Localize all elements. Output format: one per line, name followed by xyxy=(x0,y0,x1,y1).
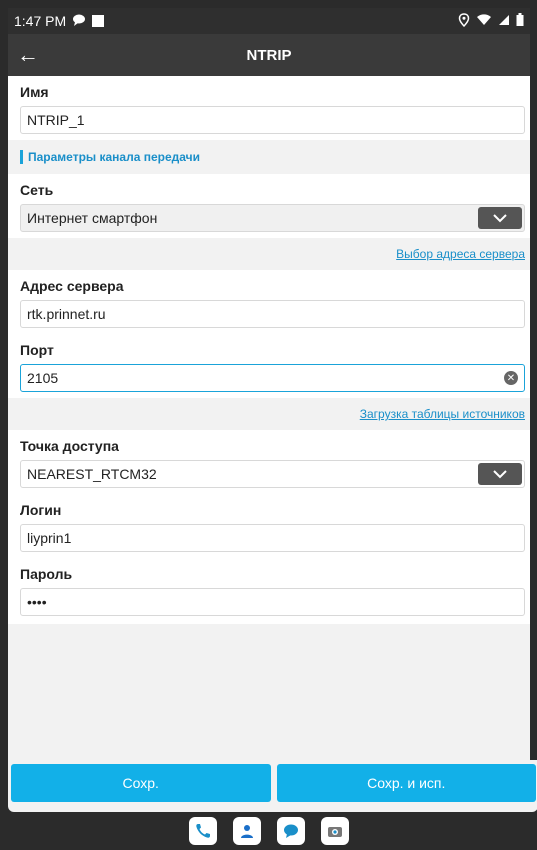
back-arrow-icon[interactable]: ← xyxy=(8,42,48,68)
network-dropdown-button[interactable] xyxy=(478,207,522,229)
taskbar xyxy=(0,812,537,850)
port-value: 2105 xyxy=(27,370,59,386)
chevron-down-icon xyxy=(493,213,507,222)
login-field[interactable]: liyprin1 xyxy=(20,524,525,552)
action-buttons: Сохр. Сохр. и исп. xyxy=(8,760,537,806)
chevron-down-icon xyxy=(493,469,507,478)
page-title: NTRIP xyxy=(246,46,292,64)
wifi-icon xyxy=(476,13,492,29)
channel-section-title: Параметры канала передачи xyxy=(28,150,200,164)
section-accent-bar xyxy=(20,150,23,164)
server-section: Адрес сервера rtk.prinnet.ru xyxy=(8,270,530,334)
status-bar: 1:47 PM xyxy=(8,8,530,34)
server-value: rtk.prinnet.ru xyxy=(27,306,106,322)
login-section: Логин liyprin1 xyxy=(8,494,530,558)
source-table-link[interactable]: Загрузка таблицы источников xyxy=(360,407,525,421)
source-table-row: Загрузка таблицы источников xyxy=(8,398,530,430)
save-and-use-button[interactable]: Сохр. и исп. xyxy=(276,764,536,802)
login-value: liyprin1 xyxy=(27,530,72,546)
port-field[interactable]: 2105 ✕ xyxy=(20,364,525,392)
mountpoint-value: NEAREST_RTCM32 xyxy=(27,466,157,482)
messages-icon[interactable] xyxy=(276,817,305,845)
server-select-row: Выбор адреса сервера xyxy=(8,238,530,270)
name-value: NTRIP_1 xyxy=(27,112,85,128)
battery-icon xyxy=(516,13,524,29)
login-label: Логин xyxy=(20,502,62,518)
signal-icon xyxy=(498,14,510,29)
save-button[interactable]: Сохр. xyxy=(11,764,271,802)
notification-square-icon xyxy=(92,15,105,27)
server-field[interactable]: rtk.prinnet.ru xyxy=(20,300,525,328)
password-section: Пароль •••• xyxy=(8,558,530,624)
port-label: Порт xyxy=(20,342,54,358)
network-label: Сеть xyxy=(20,182,54,198)
server-select-link[interactable]: Выбор адреса сервера xyxy=(396,247,525,261)
form-content: Имя NTRIP_1 Параметры канала передачи Се… xyxy=(8,76,530,760)
contacts-icon[interactable] xyxy=(232,817,261,845)
app-bar: ← NTRIP xyxy=(8,34,530,76)
password-field[interactable]: •••• xyxy=(20,588,525,616)
phone-icon[interactable] xyxy=(188,817,217,845)
mountpoint-label: Точка доступа xyxy=(20,438,119,454)
network-value: Интернет смартфон xyxy=(27,210,158,226)
channel-section-header: Параметры канала передачи xyxy=(8,140,530,174)
password-label: Пароль xyxy=(20,566,73,582)
chat-notification-icon xyxy=(72,13,86,29)
server-label: Адрес сервера xyxy=(20,278,124,294)
name-field[interactable]: NTRIP_1 xyxy=(20,106,525,134)
name-section: Имя NTRIP_1 xyxy=(8,76,530,140)
location-icon xyxy=(458,12,470,30)
camera-icon[interactable] xyxy=(320,817,349,845)
network-section: Сеть Интернет смартфон xyxy=(8,174,530,238)
mountpoint-section: Точка доступа NEAREST_RTCM32 xyxy=(8,430,530,494)
port-section: Порт 2105 ✕ xyxy=(8,334,530,398)
status-time: 1:47 PM xyxy=(14,13,67,29)
clear-icon[interactable]: ✕ xyxy=(504,371,518,385)
name-label: Имя xyxy=(20,84,49,100)
mountpoint-dropdown-button[interactable] xyxy=(478,463,522,485)
password-value: •••• xyxy=(27,594,47,610)
network-select[interactable]: Интернет смартфон xyxy=(20,204,525,232)
mountpoint-select[interactable]: NEAREST_RTCM32 xyxy=(20,460,525,488)
